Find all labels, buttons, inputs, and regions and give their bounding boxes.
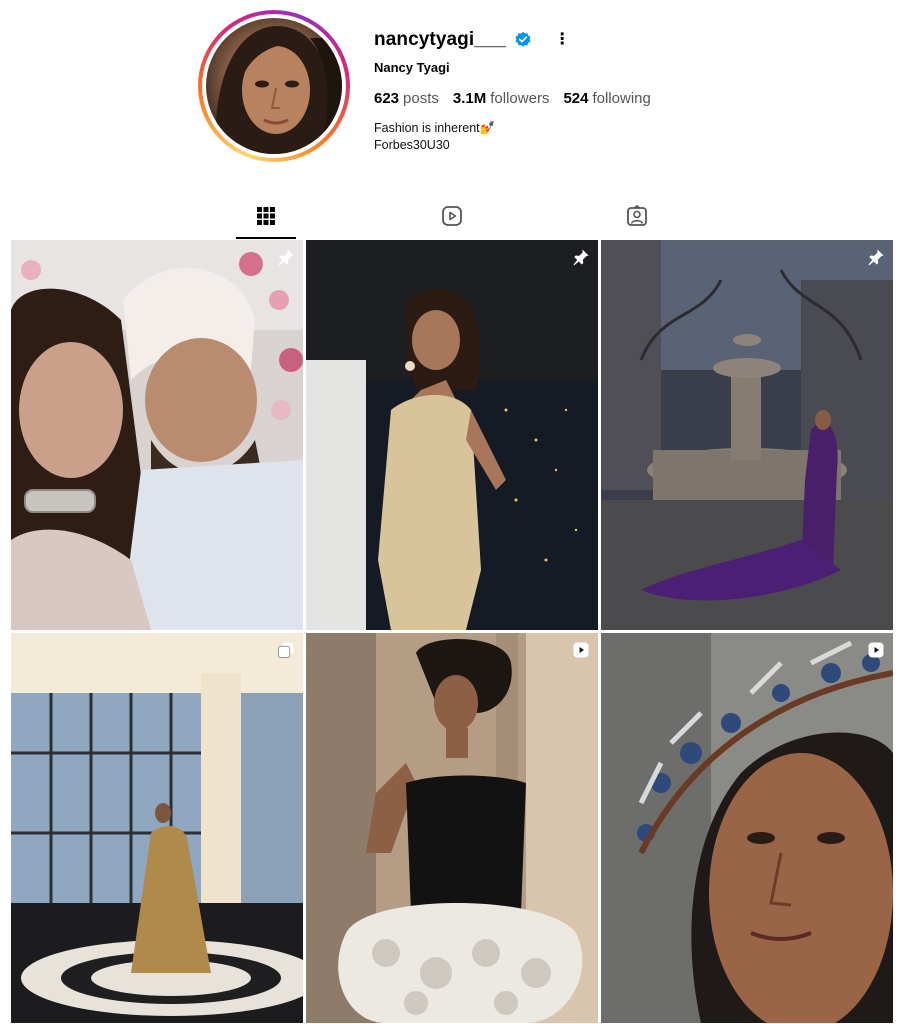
avatar[interactable] xyxy=(206,18,342,154)
reel-icon xyxy=(573,642,589,658)
bio: Fashion is inherent💅 Forbes30U30 xyxy=(374,120,665,154)
avatar-photo xyxy=(215,26,342,154)
verified-badge-icon xyxy=(515,31,531,47)
profile-stats: 623 posts 3.1M followers 524 following xyxy=(374,90,665,107)
post-image xyxy=(11,240,303,630)
post-tile[interactable] xyxy=(601,633,893,1023)
posts-stat: 623 posts xyxy=(374,90,439,107)
tab-posts[interactable] xyxy=(254,204,278,228)
profile-info: nancytyagi___ ⋮ Nancy Tyagi 623 posts 3.1… xyxy=(374,28,665,154)
bio-line: Forbes30U30 xyxy=(374,138,450,152)
tagged-icon xyxy=(627,204,647,226)
post-image xyxy=(306,240,598,630)
post-tile[interactable] xyxy=(306,240,598,630)
tab-reels[interactable] xyxy=(440,204,464,228)
pin-icon xyxy=(573,249,589,266)
pin-icon xyxy=(868,249,884,266)
post-image xyxy=(601,633,893,1023)
posts-grid xyxy=(11,240,893,1024)
post-tile[interactable] xyxy=(601,240,893,630)
post-tile[interactable] xyxy=(11,633,303,1023)
following-stat[interactable]: 524 following xyxy=(563,90,650,107)
following-count: 524 xyxy=(563,90,589,107)
reels-icon xyxy=(442,206,462,226)
username: nancytyagi___ xyxy=(374,29,507,50)
posts-label: posts xyxy=(403,90,439,107)
profile-avatar-ring[interactable] xyxy=(198,10,350,162)
post-image xyxy=(601,240,893,630)
followers-stat[interactable]: 3.1M followers xyxy=(453,90,550,107)
full-name: Nancy Tyagi xyxy=(374,60,450,75)
post-image xyxy=(11,633,303,1023)
following-label: following xyxy=(592,90,651,107)
profile-tabs xyxy=(0,196,904,240)
followers-count: 3.1M xyxy=(452,90,487,107)
grid-icon xyxy=(257,207,275,225)
reel-icon xyxy=(868,642,884,658)
bio-line: Fashion is inherent💅 xyxy=(374,121,496,135)
post-tile[interactable] xyxy=(11,240,303,630)
post-image xyxy=(306,633,598,1023)
username-row: nancytyagi___ ⋮ xyxy=(374,28,665,52)
pin-icon xyxy=(278,249,294,266)
tab-tagged[interactable] xyxy=(625,204,649,228)
posts-count: 623 xyxy=(374,90,400,107)
active-tab-indicator xyxy=(236,237,296,239)
carousel-icon xyxy=(278,642,294,658)
followers-label: followers xyxy=(490,90,550,107)
post-tile[interactable] xyxy=(306,633,598,1023)
more-options-button[interactable]: ⋮ xyxy=(554,32,570,48)
